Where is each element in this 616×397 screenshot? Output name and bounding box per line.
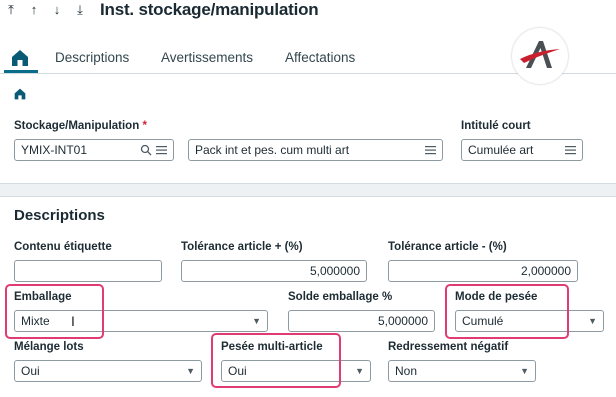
- section-title-descriptions: Descriptions: [14, 207, 105, 224]
- melange-lots-label: Mélange lots: [14, 341, 84, 353]
- contenu-etiquette-input[interactable]: [14, 260, 162, 282]
- tolerance-plus-input[interactable]: 5,000000: [181, 260, 367, 282]
- tab-descriptions[interactable]: Descriptions: [55, 50, 129, 65]
- page-title: Inst. stockage/manipulation: [100, 0, 319, 19]
- chevron-down-icon: ▼: [520, 366, 529, 376]
- solde-emballage-input[interactable]: 5,000000: [288, 310, 435, 332]
- brand-logo: [512, 28, 568, 84]
- search-icon[interactable]: [140, 144, 152, 156]
- chevron-down-icon: ▼: [252, 316, 261, 326]
- contenu-etiquette-label: Contenu étiquette: [14, 241, 112, 253]
- stockage-label: Stockage/Manipulation *: [14, 120, 147, 132]
- description-input[interactable]: Pack int et pes. cum multi art: [188, 139, 443, 161]
- tolerance-minus-label: Tolérance article - (%): [388, 241, 507, 253]
- tab-avertissements[interactable]: Avertissements: [161, 50, 253, 65]
- intitule-label: Intitulé court: [461, 120, 531, 132]
- highlight-pesee-multi-article: [211, 333, 341, 388]
- section-separator: [0, 183, 616, 197]
- section-home-icon: [12, 86, 28, 105]
- menu-icon[interactable]: [425, 145, 436, 155]
- record-navigation: ⤒ ↑ ↓ ⤓: [4, 3, 87, 17]
- tolerance-plus-label: Tolérance article + (%): [181, 241, 303, 253]
- tolerance-minus-input[interactable]: 2,000000: [388, 260, 578, 282]
- solde-emballage-label: Solde emballage %: [288, 291, 393, 303]
- tab-affectations[interactable]: Affectations: [285, 50, 355, 65]
- next-record-icon[interactable]: ↓: [50, 3, 64, 17]
- redressement-negatif-label: Redressement négatif: [388, 341, 509, 353]
- highlight-emballage: [5, 284, 104, 339]
- chevron-down-icon: ▼: [355, 366, 364, 376]
- redressement-negatif-select[interactable]: Non ▼: [388, 360, 536, 382]
- chevron-down-icon: ▼: [186, 366, 195, 376]
- melange-lots-select[interactable]: Oui ▼: [14, 360, 202, 382]
- home-icon: [12, 50, 28, 66]
- first-record-icon[interactable]: ⤒: [4, 3, 18, 17]
- required-marker: *: [142, 120, 147, 132]
- last-record-icon[interactable]: ⤓: [73, 3, 87, 17]
- chevron-down-icon: ▼: [588, 316, 597, 326]
- menu-icon[interactable]: [565, 145, 576, 155]
- tab-home[interactable]: [8, 46, 32, 70]
- previous-record-icon[interactable]: ↑: [27, 3, 41, 17]
- stockage-input[interactable]: YMIX-INT01: [14, 139, 174, 161]
- menu-icon[interactable]: [156, 145, 167, 155]
- highlight-mode-pesee: [445, 284, 569, 339]
- logo-icon: [520, 41, 560, 68]
- intitule-input[interactable]: Cumulée art: [461, 139, 583, 161]
